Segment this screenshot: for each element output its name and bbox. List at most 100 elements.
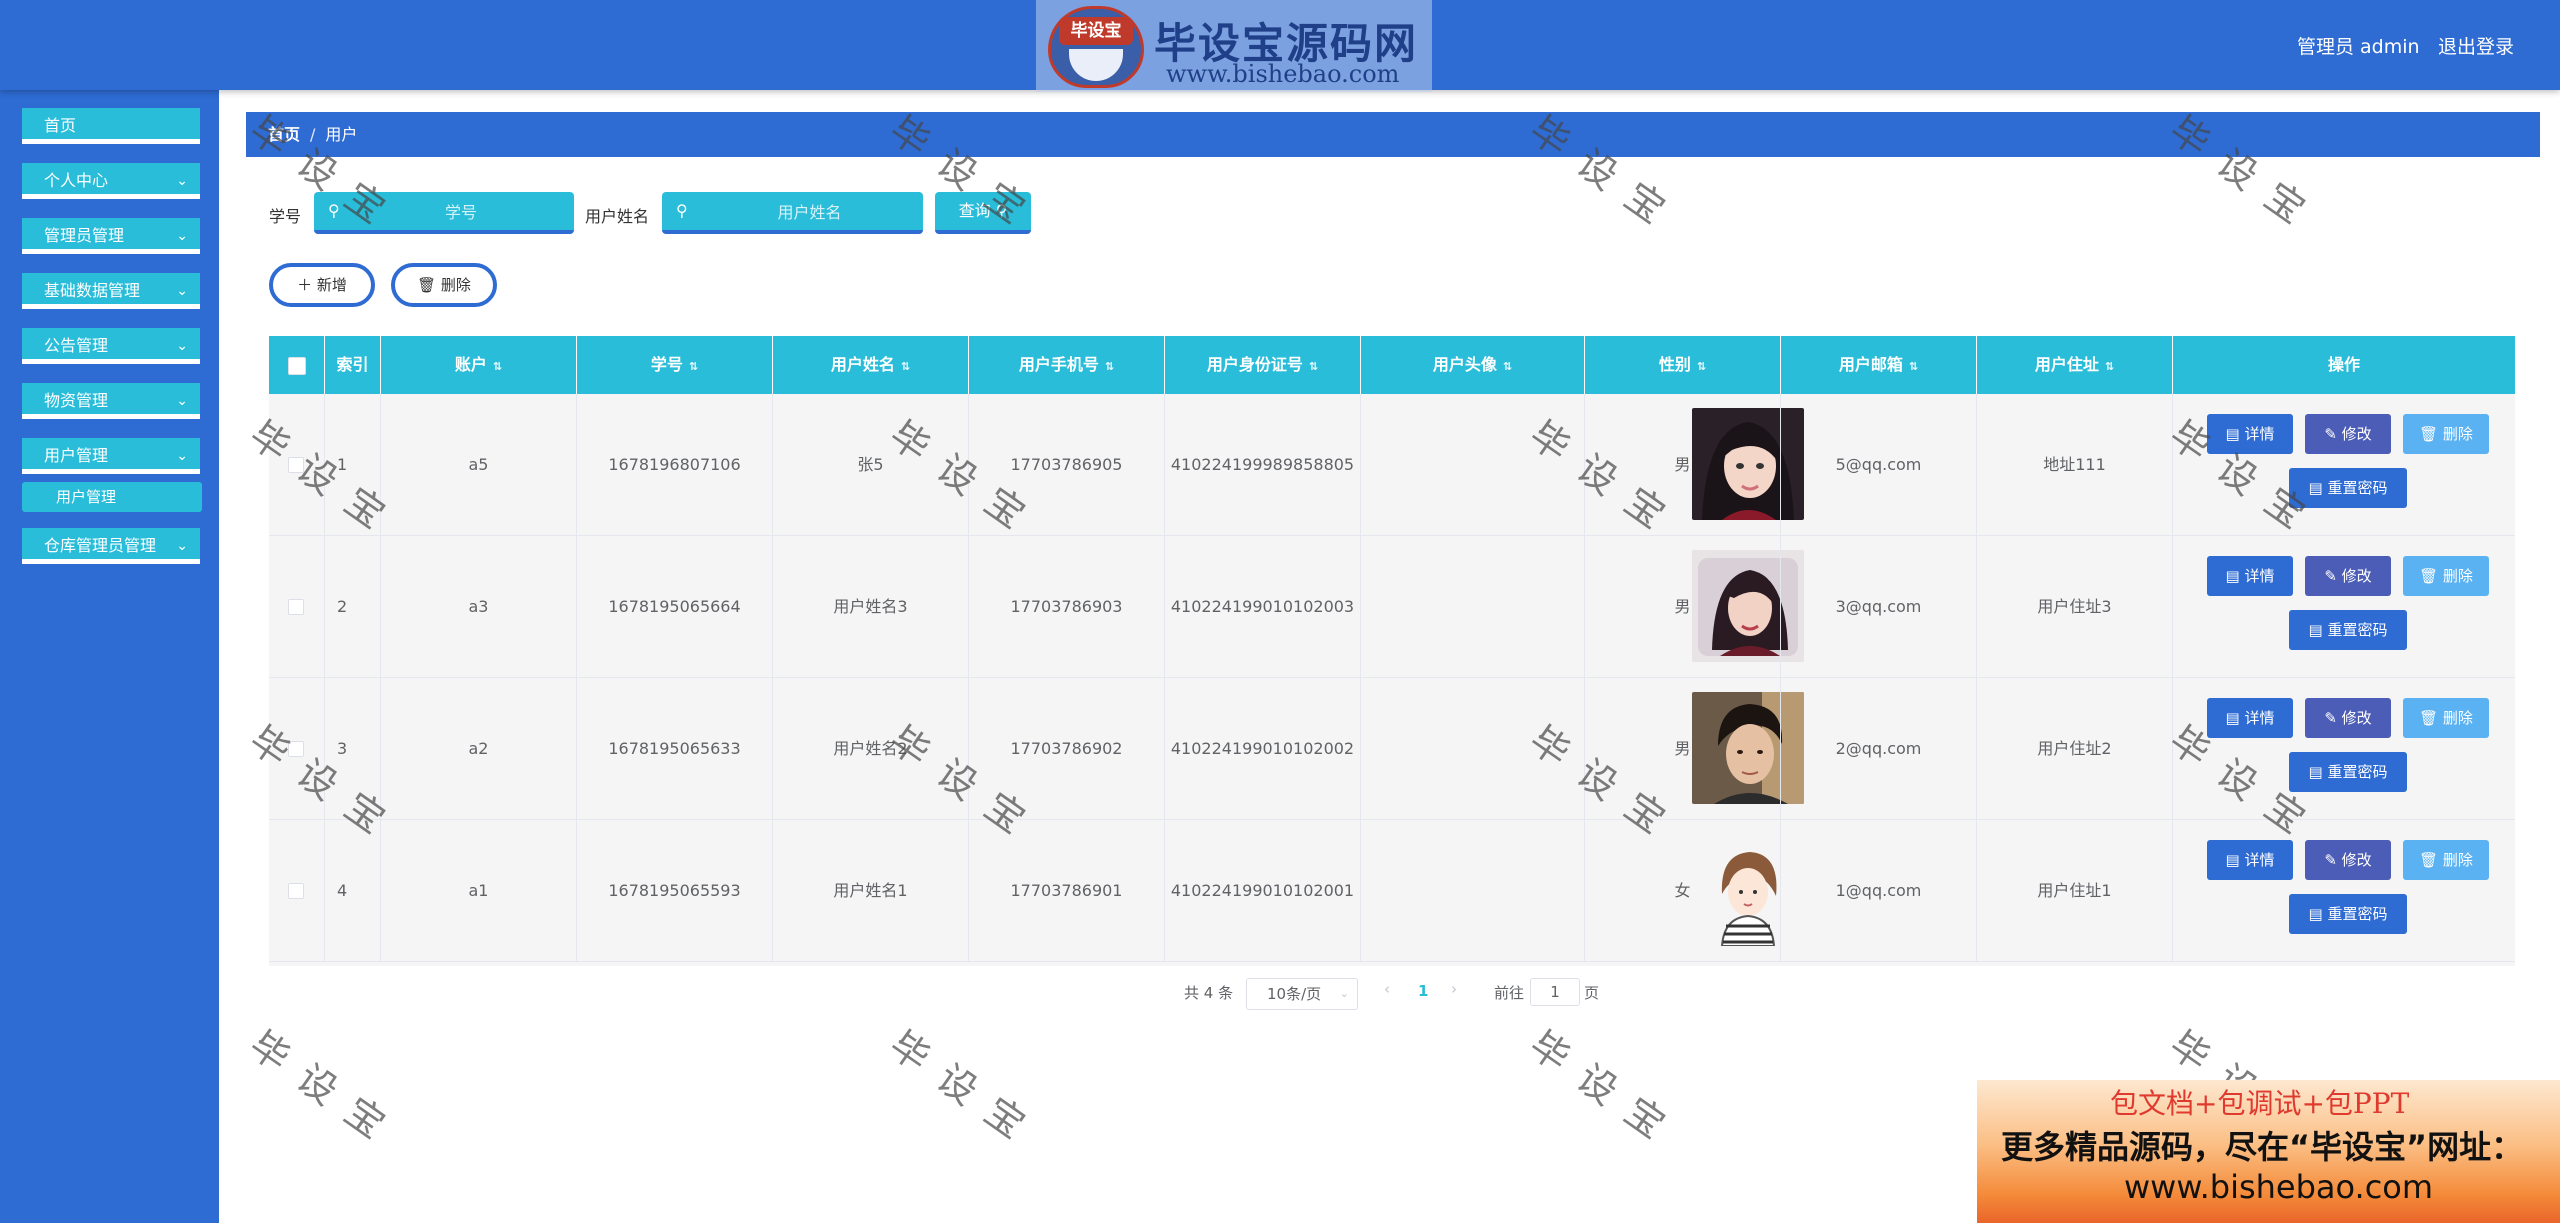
edit-icon: ✎ [2324,567,2337,585]
reset-password-button[interactable]: ▤ 重置密码 [2289,468,2407,508]
document-icon: ▤ [2225,851,2240,869]
row-checkbox[interactable] [288,599,304,615]
page-number-current[interactable]: 1 [1418,982,1428,1000]
sidebar-item-notice[interactable]: 公告管理 ⌄ [22,328,200,364]
sort-icon[interactable]: ⇅ [1309,360,1318,373]
detail-button[interactable]: ▤ 详情 [2207,414,2293,454]
name-input[interactable] [702,198,917,226]
goto-page-input[interactable]: 1 [1530,978,1580,1006]
cell-account: a5 [381,394,577,536]
user-table: 索引 账户 ⇅ 学号 ⇅ 用户姓名 ⇅ 用户手机号 ⇅ 用户身份证号 ⇅ 用户头像 ⇅ 性别… [269,336,2515,966]
sidebar-item-materials[interactable]: 物资管理 ⌄ [22,383,200,419]
batch-delete-button[interactable]: 🗑 删除 [391,263,497,307]
sort-icon[interactable]: ⇅ [689,360,698,373]
edit-button[interactable]: ✎ 修改 [2305,698,2391,738]
page-suffix: 页 [1584,984,1600,1002]
sort-icon[interactable]: ⇅ [1105,360,1114,373]
sidebar-item-label: 物资管理 [44,391,109,410]
cell-id-card: 410224199010102003 [1165,536,1361,678]
select-all-checkbox[interactable] [288,357,306,375]
document-icon: ▤ [2308,479,2323,497]
sidebar: 首页 个人中心 ⌄ 管理员管理 ⌄ 基础数据管理 ⌄ 公告管理 ⌄ 物资管理 ⌄ 用户管理… [0,90,219,1223]
document-icon: ▤ [2308,621,2323,639]
reset-password-button[interactable]: ▤ 重置密码 [2289,752,2407,792]
cell-phone: 17703786905 [969,394,1165,536]
row-checkbox[interactable] [288,883,304,899]
sidebar-item-user-management[interactable]: 用户管理 ⌄ [22,438,200,474]
delete-button[interactable]: 🗑 删除 [2403,840,2489,880]
trash-icon: 🗑 [2419,425,2439,443]
sidebar-item-personal-center[interactable]: 个人中心 ⌄ [22,163,200,199]
sort-icon[interactable]: ⇅ [2105,360,2114,373]
trash-icon: 🗑 [417,276,437,294]
sort-icon[interactable]: ⇅ [1909,360,1918,373]
chevron-down-icon: ⌄ [176,448,188,464]
header-select-all[interactable] [269,336,325,394]
table-row: 3 a2 1678195065633 用户姓名2 17703786902 410… [269,678,2515,820]
reset-password-button[interactable]: ▤ 重置密码 [2289,894,2407,934]
header-email[interactable]: 用户邮箱 ⇅ [1781,336,1977,394]
sidebar-item-home[interactable]: 首页 [22,108,200,144]
delete-button[interactable]: 🗑 删除 [2403,414,2489,454]
cell-address: 用户住址1 [1977,820,2173,962]
edit-button[interactable]: ✎ 修改 [2305,414,2391,454]
detail-button[interactable]: ▤ 详情 [2207,840,2293,880]
header-operations: 操作 [2327,355,2360,374]
admin-name: 管理员 admin [2297,36,2420,58]
cell-email: 1@qq.com [1781,820,1977,962]
sort-icon[interactable]: ⇅ [1503,360,1512,373]
delete-button[interactable]: 🗑 删除 [2403,698,2489,738]
cell-phone: 17703786903 [969,536,1165,678]
promo-banner[interactable]: 包文档+包调试+包PPT 更多精品源码，尽在“毕设宝”网址： www.bishe… [1977,1080,2560,1223]
header-address[interactable]: 用户住址 ⇅ [1977,336,2173,394]
cell-phone: 17703786901 [969,820,1165,962]
row-checkbox[interactable] [288,457,304,473]
edit-button[interactable]: ✎ 修改 [2305,556,2391,596]
chevron-down-icon: ⌄ [1339,987,1349,1000]
sort-icon[interactable]: ⇅ [493,360,502,373]
student-id-input[interactable] [354,198,568,226]
delete-button[interactable]: 🗑 删除 [2403,556,2489,596]
cell-index: 3 [325,678,381,820]
table-row: 4 a1 1678195065593 用户姓名1 17703786901 410… [269,820,2515,962]
header-account[interactable]: 账户 ⇅ [381,336,577,394]
sort-icon[interactable]: ⇅ [901,360,910,373]
header-phone[interactable]: 用户手机号 ⇅ [969,336,1165,394]
sidebar-item-warehouse-admin[interactable]: 仓库管理员管理 ⌄ [22,528,200,564]
breadcrumb-home[interactable]: 首页 [268,125,300,144]
header-avatar[interactable]: 用户头像 ⇅ [1361,336,1585,394]
sidebar-item-basic-data[interactable]: 基础数据管理 ⌄ [22,273,200,309]
header-id-card[interactable]: 用户身份证号 ⇅ [1165,336,1361,394]
reset-password-button[interactable]: ▤ 重置密码 [2289,610,2407,650]
query-button[interactable]: 查询 ⚲ [935,192,1031,234]
sidebar-item-label: 公告管理 [44,336,109,355]
edit-button[interactable]: ✎ 修改 [2305,840,2391,880]
prev-page-icon[interactable]: ‹ [1384,980,1390,998]
watermark: 毕设宝 [1521,1022,1690,1159]
page-size-select[interactable]: 10条/页 ⌄ [1246,978,1358,1010]
promo-line-3: www.bishebao.com [2124,1168,2434,1206]
sidebar-subitem-user-management[interactable]: 用户管理 [22,482,202,512]
detail-button[interactable]: ▤ 详情 [2207,556,2293,596]
row-checkbox[interactable] [288,741,304,757]
chevron-down-icon: ⌄ [176,538,188,554]
next-page-icon[interactable]: › [1451,980,1457,998]
sort-icon[interactable]: ⇅ [1697,360,1706,373]
cell-email: 3@qq.com [1781,536,1977,678]
breadcrumb: 首页 / 用户 [246,112,2540,157]
add-button[interactable]: ＋ 新增 [269,263,375,307]
header-student-id[interactable]: 学号 ⇅ [577,336,773,394]
trash-icon: 🗑 [2419,709,2439,727]
header-name[interactable]: 用户姓名 ⇅ [773,336,969,394]
name-search-field[interactable]: ⚲ [662,192,923,234]
watermark: 毕设宝 [881,1022,1050,1159]
header-gender[interactable]: 性别 ⇅ [1585,336,1781,394]
logout-link[interactable]: 退出登录 [2438,32,2514,59]
chevron-down-icon: ⌄ [176,283,188,299]
detail-button[interactable]: ▤ 详情 [2207,698,2293,738]
promo-line-1: 包文档+包调试+包PPT [2110,1087,2410,1120]
cell-index: 2 [325,536,381,678]
cell-student-id: 1678195065633 [577,678,773,820]
sidebar-item-admin-management[interactable]: 管理员管理 ⌄ [22,218,200,254]
student-id-search-field[interactable]: ⚲ [314,192,574,234]
